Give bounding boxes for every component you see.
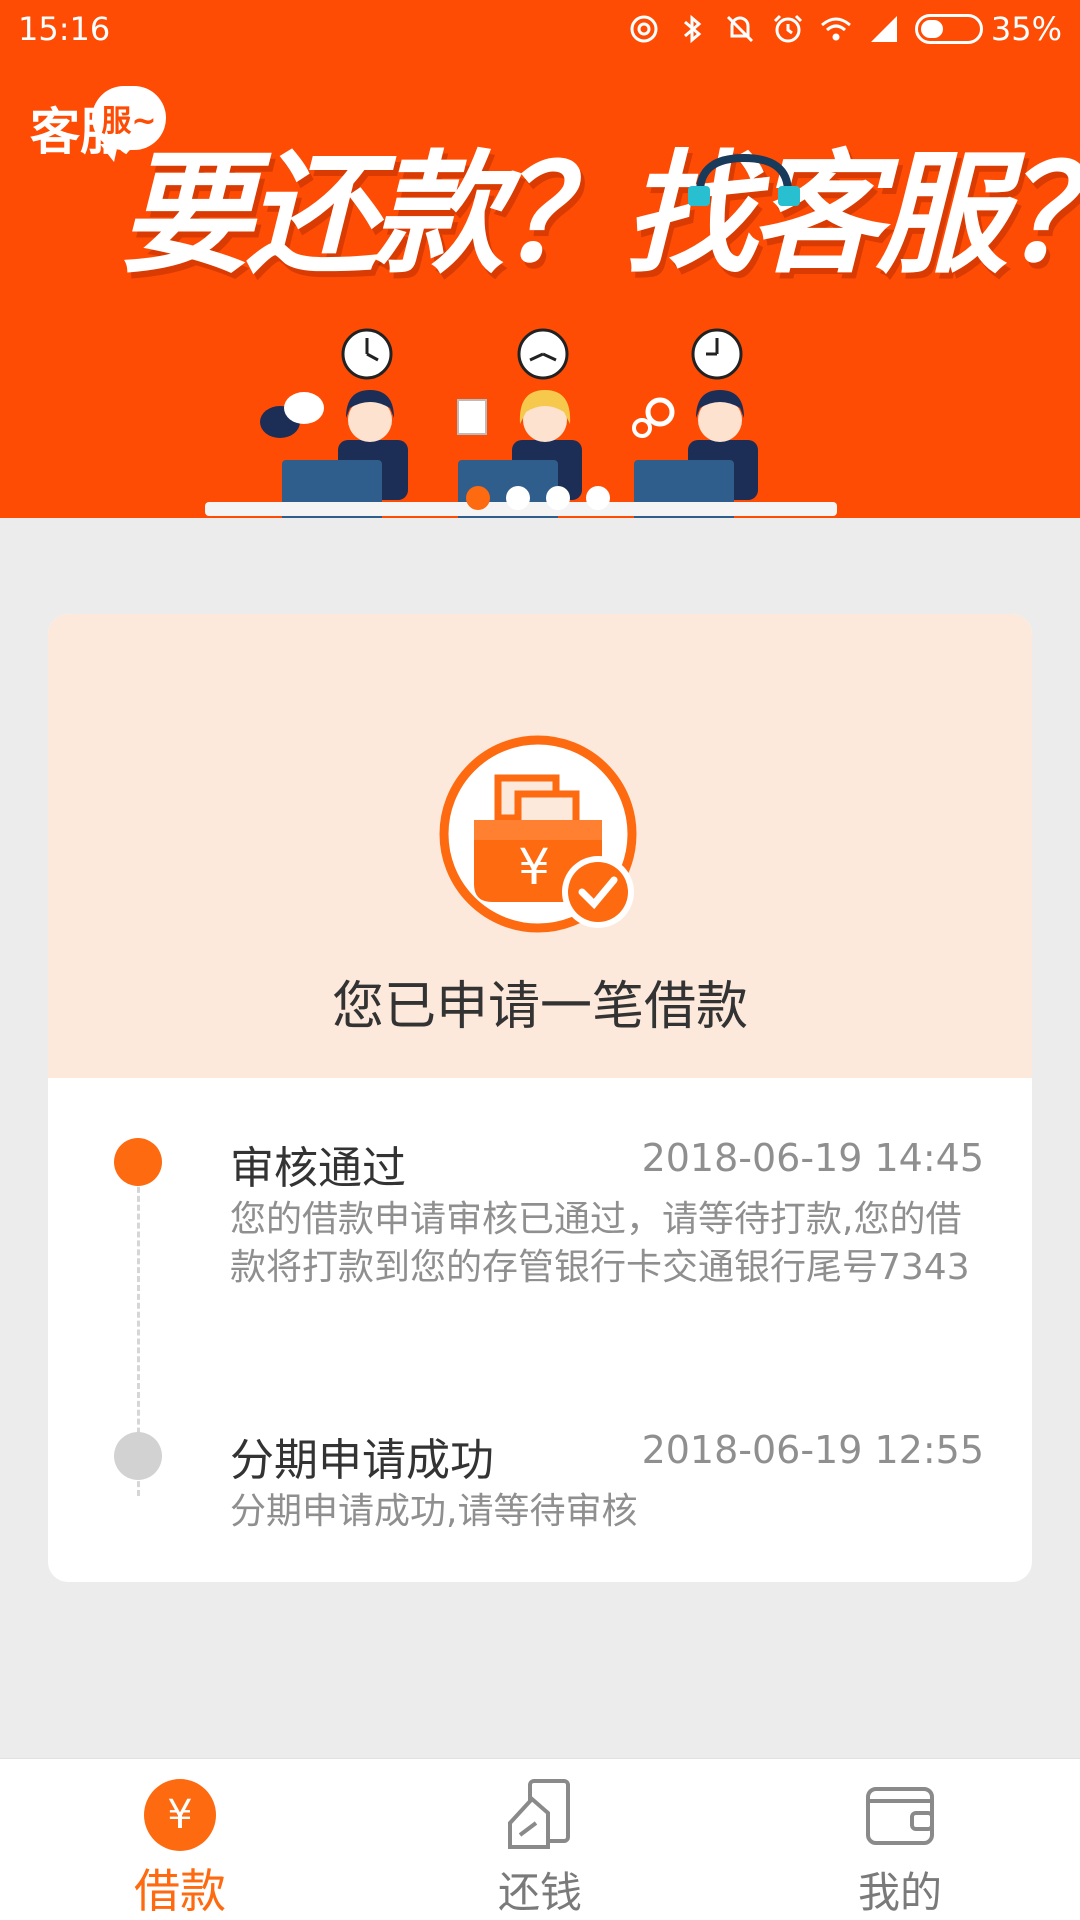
loan-status-card: ¥ 您已申请一笔借款 审核通过 2018-06-19 14:45 您的借款申请审… [48,614,1032,1582]
status-icons: 35% [627,10,1062,48]
wallet-icon[interactable] [862,1777,938,1853]
bluetooth-icon [683,14,702,44]
battery-percent: 35% [990,10,1062,48]
timeline-title: 审核通过 [230,1143,406,1194]
carousel-dot [506,486,530,510]
carousel-dot [546,486,570,510]
headset-icon [688,153,800,206]
hotspot-icon [630,15,658,43]
loan-applied-icon: ¥ [439,735,637,933]
clock-icon [517,328,569,380]
repay-card-icon[interactable] [502,1777,578,1853]
nav-tab-mine[interactable]: 我的 [720,1759,1080,1920]
nav-tab-label[interactable]: 我的 [858,1859,942,1920]
nav-tab-label[interactable]: 还钱 [498,1859,582,1920]
loan-status-title: 您已申请一笔借款 [331,977,748,1037]
status-bar: 15:16 35% [0,0,1080,60]
promo-banner[interactable]: 15:16 35% 客服 服~ 要还款？找客服？ [0,0,1080,518]
nav-tab-borrow[interactable]: ¥ 借款 [0,1759,360,1920]
timeline-time: 2018-06-19 14:45 [641,1136,984,1180]
banner-headline: 要还款？找客服？ [120,138,1080,292]
yen-circle-icon[interactable]: ¥ [142,1777,218,1853]
nav-tab-repay[interactable]: 还钱 [360,1759,720,1920]
carousel-dot [586,486,610,510]
bottom-nav: ¥ 借款 还钱 我的 [0,1758,1080,1920]
vibrate-off-icon [726,15,753,43]
timeline-node-pending [114,1432,162,1480]
timeline-time: 2018-06-19 12:55 [641,1428,984,1472]
clock-icon [691,328,743,380]
timeline-description: 分期申请成功,请等待审核 [230,1491,638,1532]
alarm-icon [773,14,802,43]
clock-icon [341,328,393,380]
loan-timeline: 审核通过 2018-06-19 14:45 您的借款申请审核已通过，请等待打款,… [48,1078,1032,1582]
battery-icon [914,14,983,44]
loan-status-header: ¥ 您已申请一笔借款 [48,614,1032,1078]
timeline-description: 您的借款申请审核已通过，请等待打款,您的借款将打款到您的存管银行卡交通银行尾号7… [230,1199,970,1288]
timeline-node-done [114,1138,162,1186]
svg-text:¥: ¥ [518,838,550,896]
nav-tab-label[interactable]: 借款 [134,1855,226,1920]
timeline-title: 分期申请成功 [230,1435,494,1486]
wifi-icon [820,17,851,41]
signal-icon [870,16,897,42]
status-time: 15:16 [18,10,111,48]
carousel-indicator [466,486,610,510]
carousel-dot [466,486,490,510]
battery-indicator: 35% [914,10,1062,48]
